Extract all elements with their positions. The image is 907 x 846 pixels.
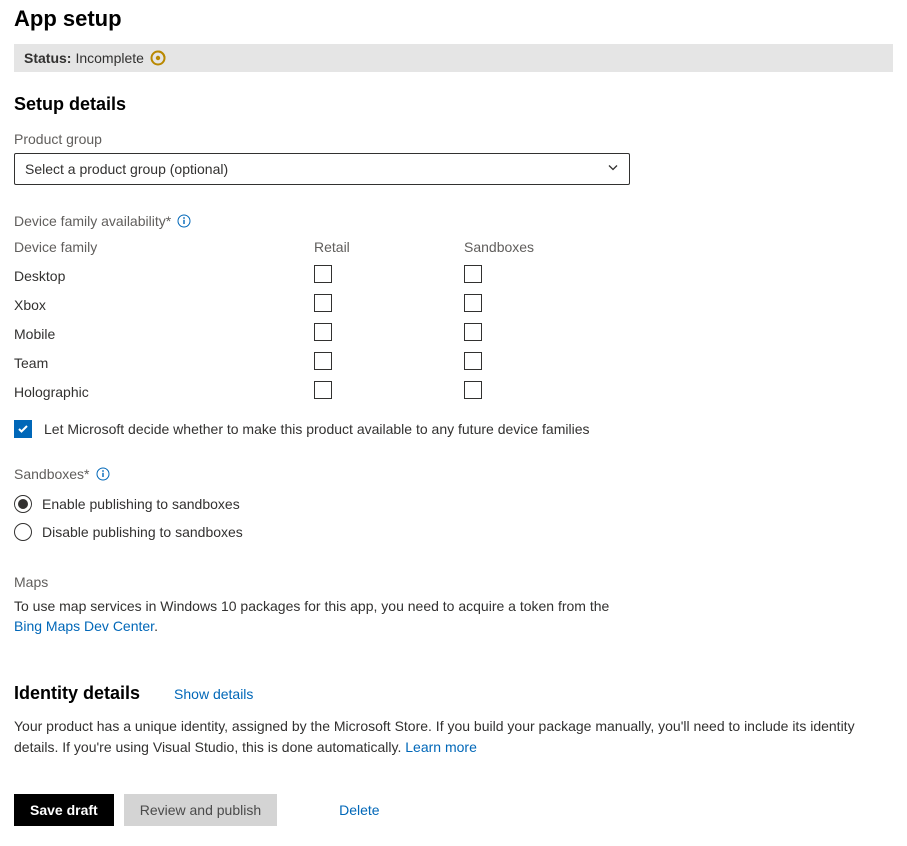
learn-more-link[interactable]: Learn more xyxy=(405,739,477,755)
status-incomplete-icon xyxy=(150,50,166,66)
sandboxes-disable-option[interactable]: Disable publishing to sandboxes xyxy=(14,518,893,546)
col-retail: Retail xyxy=(314,239,464,255)
device-family-row: Holographic xyxy=(14,377,893,406)
maps-body-prefix: To use map services in Windows 10 packag… xyxy=(14,598,609,614)
setup-details-heading: Setup details xyxy=(14,94,893,115)
device-family-row: Desktop xyxy=(14,261,893,290)
sandboxes-label-text: Sandboxes* xyxy=(14,466,90,482)
maps-block: Maps To use map services in Windows 10 p… xyxy=(14,574,630,637)
maps-heading: Maps xyxy=(14,574,630,590)
device-family-row: Team xyxy=(14,348,893,377)
sandboxes-label: Sandboxes* xyxy=(14,466,893,482)
status-value: Incomplete xyxy=(75,50,143,66)
show-details-link[interactable]: Show details xyxy=(174,686,253,702)
col-sandboxes: Sandboxes xyxy=(464,239,614,255)
retail-checkbox[interactable] xyxy=(314,294,332,312)
device-family-name: Xbox xyxy=(14,297,314,313)
page-title: App setup xyxy=(14,6,893,32)
device-family-table: Device family Retail Sandboxes Desktop Xb… xyxy=(14,235,893,406)
identity-heading: Identity details xyxy=(14,683,140,704)
status-bar: Status: Incomplete xyxy=(14,44,893,72)
device-family-label: Device family availability* xyxy=(14,213,893,229)
bing-maps-link[interactable]: Bing Maps Dev Center xyxy=(14,618,154,634)
retail-checkbox[interactable] xyxy=(314,323,332,341)
status-label: Status: xyxy=(24,50,71,66)
sandboxes-enable-label: Enable publishing to sandboxes xyxy=(42,496,240,512)
device-family-row: Xbox xyxy=(14,290,893,319)
col-device-family: Device family xyxy=(14,239,314,255)
maps-body-suffix: . xyxy=(154,618,158,634)
retail-checkbox[interactable] xyxy=(314,352,332,370)
identity-description: Your product has a unique identity, assi… xyxy=(14,716,893,758)
device-family-label-text: Device family availability* xyxy=(14,213,171,229)
info-icon[interactable] xyxy=(96,467,110,481)
sandboxes-checkbox[interactable] xyxy=(464,381,482,399)
sandboxes-checkbox[interactable] xyxy=(464,352,482,370)
radio-icon xyxy=(14,495,32,513)
retail-checkbox[interactable] xyxy=(314,265,332,283)
device-family-name: Mobile xyxy=(14,326,314,342)
device-family-name: Team xyxy=(14,355,314,371)
device-family-row: Mobile xyxy=(14,319,893,348)
save-draft-button[interactable]: Save draft xyxy=(14,794,114,826)
sandboxes-disable-label: Disable publishing to sandboxes xyxy=(42,524,243,540)
sandboxes-radio-group: Enable publishing to sandboxes Disable p… xyxy=(14,490,893,546)
product-group-select[interactable]: Select a product group (optional) xyxy=(14,153,630,185)
future-families-label: Let Microsoft decide whether to make thi… xyxy=(44,421,590,437)
sandboxes-enable-option[interactable]: Enable publishing to sandboxes xyxy=(14,490,893,518)
device-family-name: Holographic xyxy=(14,384,314,400)
radio-icon xyxy=(14,523,32,541)
future-families-checkbox[interactable] xyxy=(14,420,32,438)
retail-checkbox[interactable] xyxy=(314,381,332,399)
action-buttons: Save draft Review and publish Delete xyxy=(14,794,893,826)
sandboxes-checkbox[interactable] xyxy=(464,265,482,283)
product-group-label: Product group xyxy=(14,131,893,147)
sandboxes-checkbox[interactable] xyxy=(464,294,482,312)
info-icon[interactable] xyxy=(177,214,191,228)
delete-button[interactable]: Delete xyxy=(323,794,395,826)
sandboxes-checkbox[interactable] xyxy=(464,323,482,341)
device-family-name: Desktop xyxy=(14,268,314,284)
review-publish-button[interactable]: Review and publish xyxy=(124,794,277,826)
future-families-row[interactable]: Let Microsoft decide whether to make thi… xyxy=(14,420,893,438)
